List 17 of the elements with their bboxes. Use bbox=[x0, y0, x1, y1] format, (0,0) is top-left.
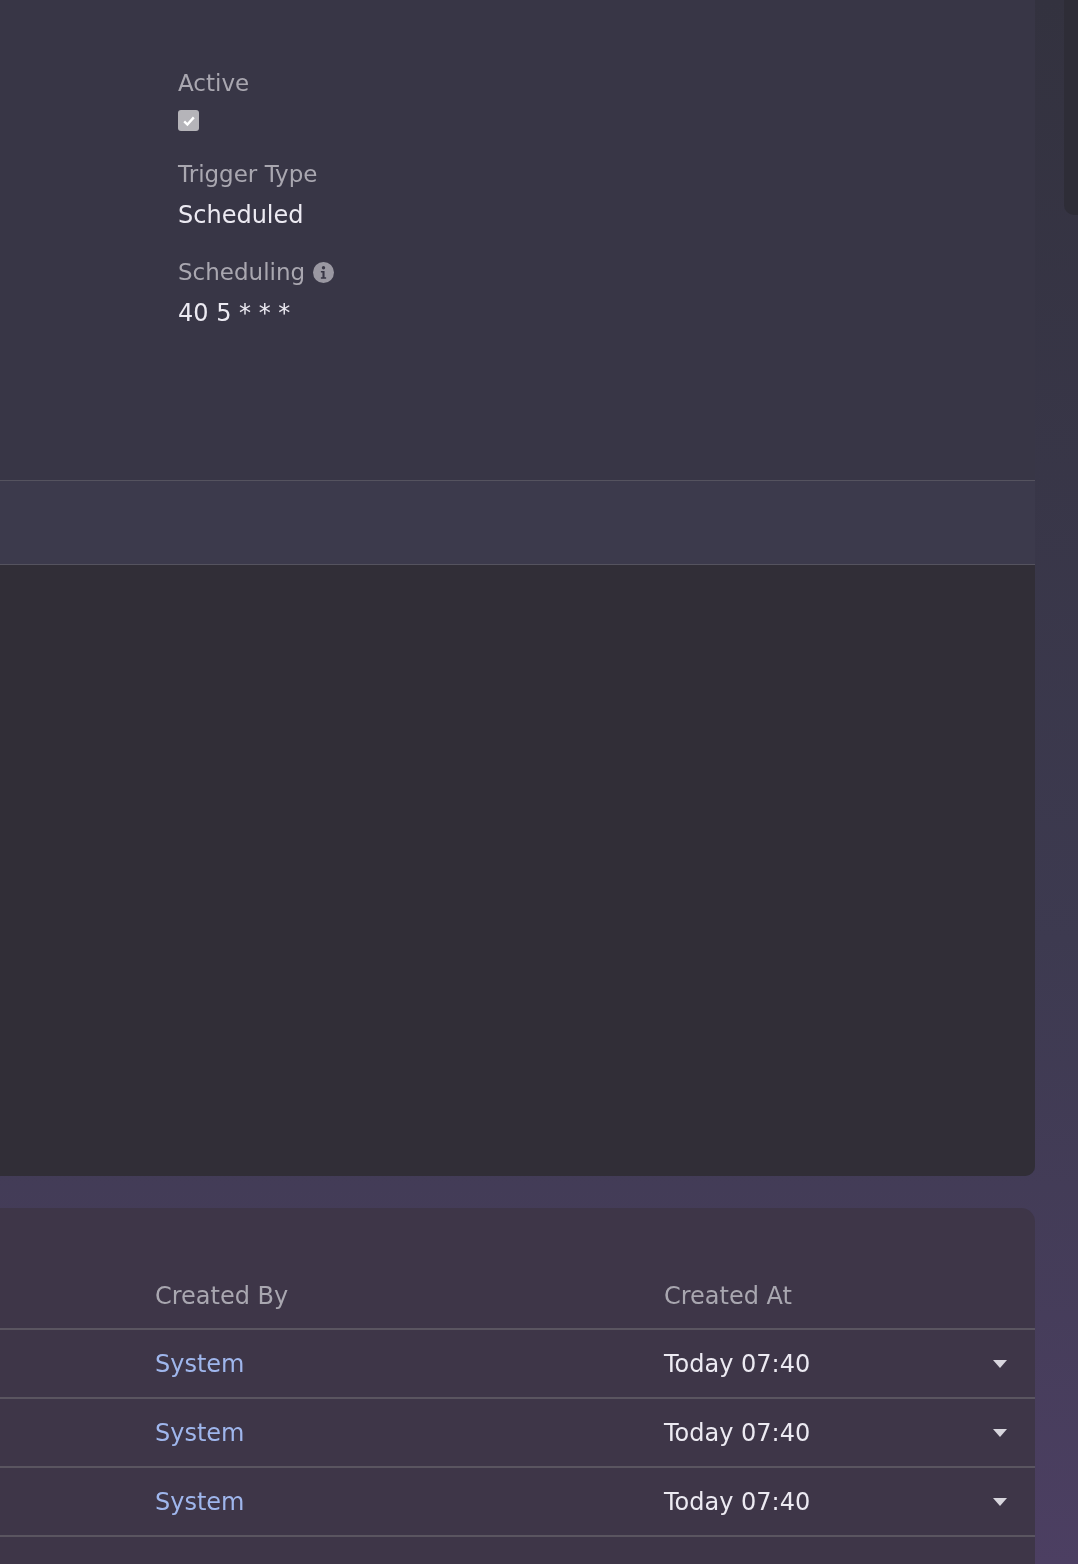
column-header[interactable]: Created At bbox=[664, 1282, 792, 1310]
user-link[interactable]: System bbox=[155, 1349, 245, 1378]
user-link[interactable]: System bbox=[155, 1418, 245, 1447]
caret-icon[interactable] bbox=[993, 1428, 1007, 1437]
field-value: 40 5 * * * bbox=[178, 299, 292, 327]
user-link[interactable]: System bbox=[155, 1487, 245, 1516]
table-cell: Today 07:40 bbox=[664, 1349, 811, 1378]
table-cell: Today 07:40 bbox=[664, 1487, 811, 1516]
column-header[interactable]: Created By bbox=[155, 1282, 289, 1310]
field-label: Scheduling bbox=[178, 259, 306, 285]
caret-icon[interactable] bbox=[993, 1497, 1007, 1506]
table-cell: Today 07:40 bbox=[664, 1418, 811, 1447]
caret-icon[interactable] bbox=[993, 1359, 1007, 1368]
field-label: Active bbox=[178, 70, 250, 96]
info-icon[interactable] bbox=[313, 261, 335, 283]
field-value: Scheduled bbox=[178, 201, 305, 229]
field-label: Trigger Type bbox=[178, 161, 318, 187]
